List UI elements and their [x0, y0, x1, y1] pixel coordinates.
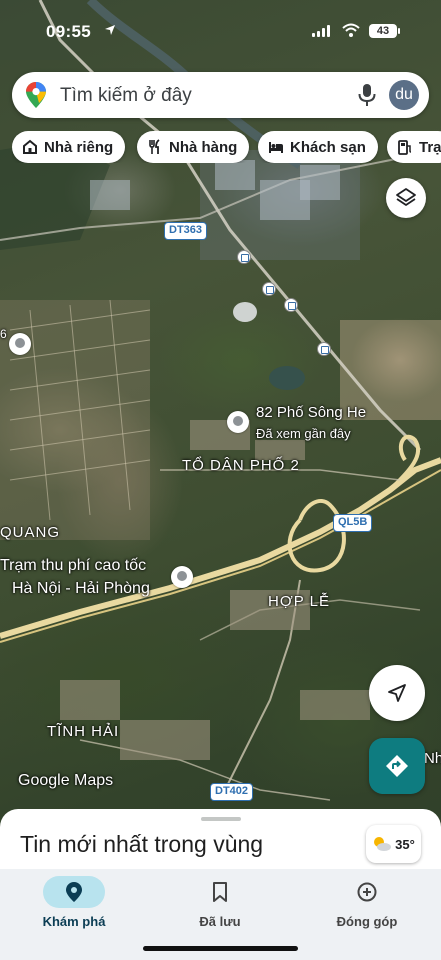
nav-contribute[interactable]: Đóng góp	[305, 873, 425, 933]
road-shield-ql5b: QL5B	[333, 514, 373, 532]
account-avatar[interactable]: du	[389, 80, 419, 110]
chip-restaurants[interactable]: Nhà hàng	[137, 131, 250, 163]
map-layers-button[interactable]	[386, 178, 426, 218]
area-label-quang: QUANG	[0, 524, 61, 541]
wifi-icon	[342, 23, 360, 37]
bookmark-icon	[213, 882, 227, 902]
area-label-hop-le: HỢP LỄ	[268, 593, 330, 610]
my-location-button[interactable]	[369, 665, 425, 721]
area-label-tinh-hai: TĨNH HẢI	[47, 723, 120, 740]
google-maps-attribution: Google Maps	[18, 772, 114, 789]
bus-stop-icon[interactable]	[237, 250, 251, 264]
cellular-signal-icon	[312, 25, 330, 37]
restaurant-icon	[149, 139, 160, 154]
chip-label: Nhà riêng	[44, 138, 114, 156]
place-pin-icon[interactable]	[9, 333, 31, 355]
recent-place-note: Đã xem gần đây	[256, 426, 351, 441]
bus-stop-icon[interactable]	[262, 282, 276, 296]
area-label-partial-right: Nh	[424, 750, 441, 767]
sheet-title: Tin mới nhất trong vùng	[20, 831, 264, 857]
toll-station-pin-icon[interactable]	[171, 566, 193, 588]
area-label-to-dan-pho-2: TỔ DÂN PHỐ 2	[182, 457, 300, 474]
map-label-partial: 6	[0, 327, 7, 341]
bus-stop-icon[interactable]	[317, 342, 331, 356]
nav-label: Đã lưu	[199, 914, 241, 929]
sheet-drag-handle[interactable]	[201, 817, 241, 821]
toll-station-name-line2[interactable]: Hà Nội - Hải Phòng	[12, 580, 150, 598]
recent-place-pin-icon[interactable]	[227, 411, 249, 433]
chip-label: Khách sạn	[290, 138, 366, 156]
partly-cloudy-icon	[374, 837, 392, 851]
chip-hotels[interactable]: Khách sạn	[258, 131, 378, 163]
weather-chip[interactable]: 35°	[366, 825, 421, 863]
nav-label: Đóng góp	[336, 914, 398, 929]
recent-place-name[interactable]: 82 Phố Sông He	[256, 404, 366, 421]
status-time: 09:55	[46, 22, 91, 41]
layers-icon	[396, 188, 416, 206]
chip-gas-stations[interactable]: Trạ	[387, 131, 441, 163]
nav-explore[interactable]: Khám phá	[12, 873, 132, 933]
nav-saved[interactable]: Đã lưu	[158, 873, 278, 933]
microphone-icon[interactable]	[358, 84, 376, 106]
road-shield-dt402: DT402	[210, 783, 254, 801]
gas-station-icon	[398, 140, 412, 155]
category-chips: Nhà riêng Nhà hàng Khách sạn Trạ	[12, 131, 441, 163]
google-maps-logo-icon	[26, 82, 46, 108]
directions-button[interactable]	[369, 738, 425, 794]
nav-label: Khám phá	[42, 914, 106, 929]
location-arrow-icon	[105, 25, 115, 35]
bus-stop-icon[interactable]	[284, 298, 298, 312]
chip-home[interactable]: Nhà riêng	[12, 131, 126, 163]
battery-indicator: 43	[369, 24, 400, 38]
chip-label: Trạ	[419, 138, 441, 156]
directions-icon	[386, 755, 408, 777]
status-bar: 09:55 43	[0, 0, 441, 60]
search-bar[interactable]: Tìm kiếm ở đây du	[12, 72, 429, 118]
road-shield-dt363: DT363	[164, 222, 208, 240]
chip-label: Nhà hàng	[169, 138, 238, 156]
toll-station-name-line1[interactable]: Trạm thu phí cao tốc	[0, 557, 146, 575]
navigation-arrow-icon	[388, 684, 406, 702]
temperature-value: 35°	[395, 836, 415, 852]
search-input[interactable]: Tìm kiếm ở đây	[60, 85, 192, 107]
explore-pin-icon	[66, 882, 82, 902]
home-indicator[interactable]	[143, 946, 298, 951]
home-icon	[23, 139, 37, 154]
add-circle-icon	[357, 882, 377, 902]
hotel-icon	[269, 142, 283, 153]
